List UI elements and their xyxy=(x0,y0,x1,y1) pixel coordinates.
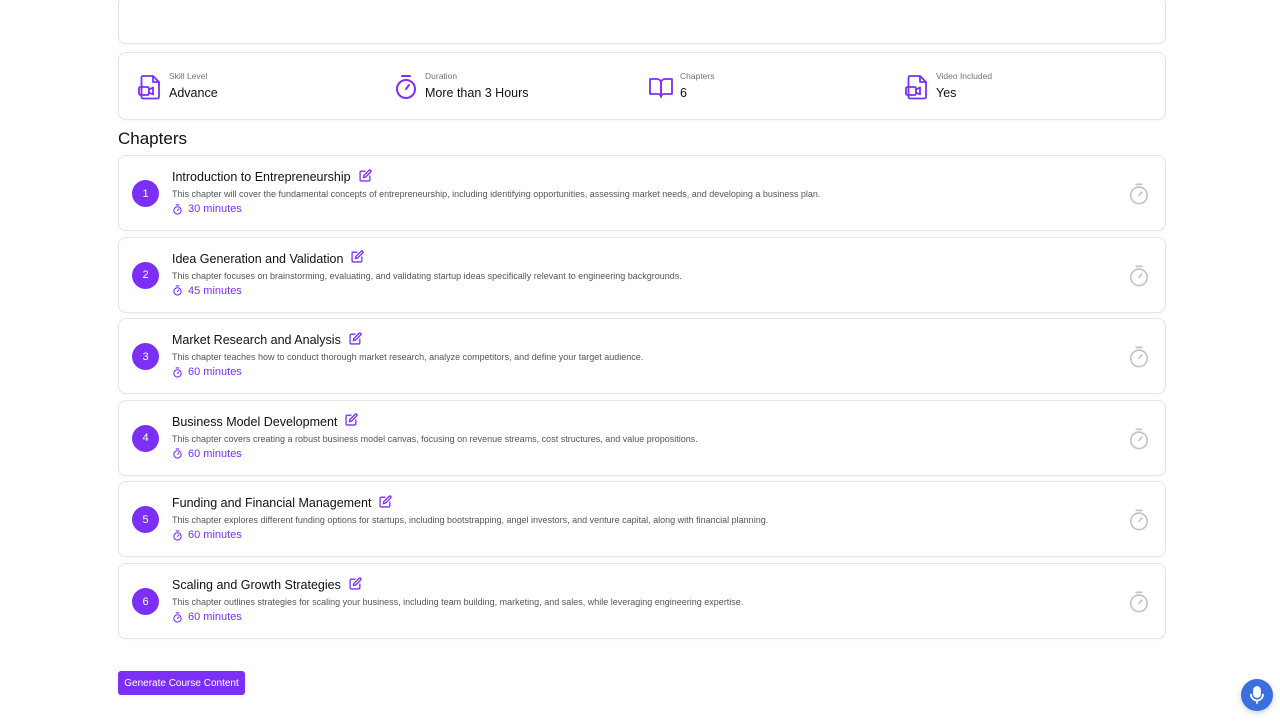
edit-icon[interactable] xyxy=(349,576,362,590)
edit-icon[interactable] xyxy=(379,495,393,508)
timer-icon xyxy=(173,203,182,215)
chapter-title-row: Business Model Development xyxy=(172,413,358,429)
chapter-number-badge: 5 xyxy=(132,506,159,534)
chapter-card-1: 1 Introduction to Entrepreneurship This … xyxy=(118,155,1166,231)
info-value: Advance xyxy=(169,86,218,100)
chapter-number-badge: 3 xyxy=(132,343,159,371)
timer-icon xyxy=(173,530,182,541)
chapter-duration: 30 minutes xyxy=(172,203,242,215)
info-value: 6 xyxy=(680,86,687,100)
info-skill-level: Skill Level Advance xyxy=(138,71,218,102)
chapter-number-badge: 2 xyxy=(132,261,159,289)
chapter-duration-text: 30 minutes xyxy=(188,203,242,215)
stopwatch-icon xyxy=(1129,265,1149,287)
chapter-number-badge: 6 xyxy=(132,588,159,615)
chapter-duration-text: 60 minutes xyxy=(188,447,242,460)
chapter-duration: 60 minutes xyxy=(172,448,242,460)
info-label: Skill Level xyxy=(169,71,208,81)
microphone-icon xyxy=(1250,686,1264,704)
info-label: Chapters xyxy=(680,71,715,81)
chapter-description: This chapter covers creating a robust bu… xyxy=(172,433,698,444)
chapter-card-4: 4 Business Model Development This chapte… xyxy=(118,399,1166,476)
chapter-description: This chapter focuses on brainstorming, e… xyxy=(172,270,682,281)
timer-icon xyxy=(173,611,182,623)
chapter-duration: 45 minutes xyxy=(172,285,242,297)
info-label: Duration xyxy=(425,71,458,81)
chapters-heading: Chapters xyxy=(118,129,187,148)
chapter-duration-text: 60 minutes xyxy=(188,529,242,542)
edit-icon[interactable] xyxy=(349,332,362,345)
chapter-title-row: Scaling and Growth Strategies xyxy=(172,576,362,592)
voice-input-button[interactable] xyxy=(1241,679,1273,711)
course-info-card: Skill Level Advance Duration More than 3… xyxy=(118,52,1166,120)
chapter-duration: 60 minutes xyxy=(172,366,242,378)
chapter-description: This chapter explores different funding … xyxy=(172,515,769,526)
stopwatch-icon xyxy=(1129,428,1149,450)
chapter-card-6: 6 Scaling and Growth Strategies This cha… xyxy=(118,563,1166,639)
chapter-duration: 60 minutes xyxy=(172,529,242,541)
info-label: Video Included xyxy=(936,71,993,81)
chapter-duration-text: 60 minutes xyxy=(188,611,242,623)
edit-icon[interactable] xyxy=(351,250,365,263)
timer-icon xyxy=(173,285,182,296)
timer-icon xyxy=(173,367,182,378)
chapter-description: This chapter will cover the fundamental … xyxy=(172,189,821,199)
chapter-title-row: Idea Generation and Validation xyxy=(172,250,365,266)
edit-icon[interactable] xyxy=(359,168,372,182)
chapter-title-row: Introduction to Entrepreneurship xyxy=(172,168,372,184)
video-file-icon xyxy=(138,74,160,99)
info-value: More than 3 Hours xyxy=(425,86,529,100)
chapter-title-row: Market Research and Analysis xyxy=(172,332,362,348)
chapter-duration-text: 45 minutes xyxy=(188,284,242,297)
info-video-included: Video Included Yes xyxy=(905,71,992,102)
chapter-title: Introduction to Entrepreneurship xyxy=(172,170,351,184)
generate-course-content-button[interactable]: Generate Course Content xyxy=(118,671,245,695)
book-icon xyxy=(649,77,673,98)
chapter-card-3: 3 Market Research and Analysis This chap… xyxy=(118,318,1166,395)
stopwatch-icon xyxy=(1129,346,1149,368)
video-file-icon xyxy=(905,74,927,99)
timer-icon xyxy=(173,448,182,459)
chapter-title: Market Research and Analysis xyxy=(172,333,341,348)
stopwatch-icon xyxy=(1129,183,1149,205)
chapter-card-2: 2 Idea Generation and Validation This ch… xyxy=(118,236,1166,313)
course-banner-card xyxy=(118,0,1166,44)
chapter-title: Idea Generation and Validation xyxy=(172,251,344,266)
chapter-duration-text: 60 minutes xyxy=(188,366,242,379)
chapter-duration: 60 minutes xyxy=(172,611,242,623)
chapter-description: This chapter teaches how to conduct thor… xyxy=(172,352,644,363)
page: Skill Level Advance Duration More than 3… xyxy=(0,0,1280,722)
info-value: Yes xyxy=(936,86,957,100)
info-chapters: Chapters 6 xyxy=(649,71,715,102)
info-duration: Duration More than 3 Hours xyxy=(394,71,529,102)
timer-icon xyxy=(396,74,416,99)
chapter-title-row: Funding and Financial Management xyxy=(172,495,393,511)
chapter-card-5: 5 Funding and Financial Management This … xyxy=(118,481,1166,558)
stopwatch-icon xyxy=(1129,591,1149,613)
stopwatch-icon xyxy=(1129,509,1149,531)
chapter-title: Scaling and Growth Strategies xyxy=(172,578,341,592)
chapter-description: This chapter outlines strategies for sca… xyxy=(172,597,744,607)
edit-icon[interactable] xyxy=(345,413,358,426)
chapter-title: Funding and Financial Management xyxy=(172,496,372,511)
chapter-number-badge: 4 xyxy=(132,424,159,452)
chapter-number-badge: 1 xyxy=(132,180,159,207)
chapter-title: Business Model Development xyxy=(172,414,338,429)
